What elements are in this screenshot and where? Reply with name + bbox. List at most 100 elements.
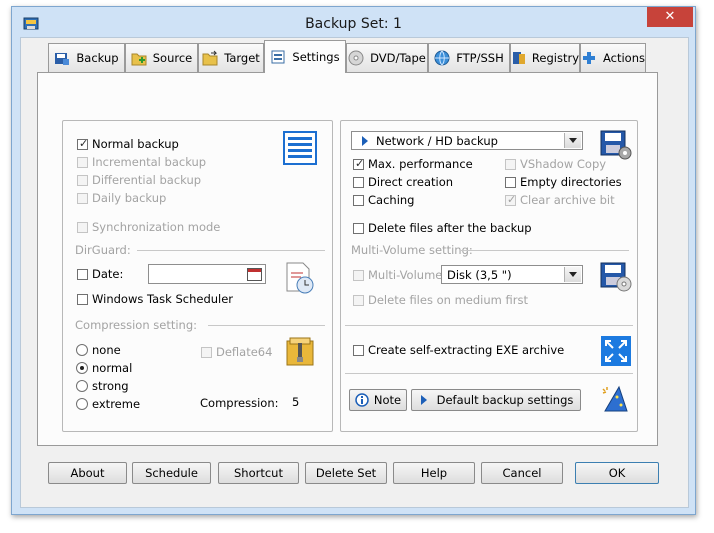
tab-label: DVD/Tape: [370, 51, 426, 65]
deflate64-label: Deflate64: [216, 345, 273, 359]
tab-label: FTP/SSH: [456, 51, 504, 65]
compression-level-label: Compression:: [200, 396, 279, 410]
delete-set-button[interactable]: Delete Set: [305, 462, 387, 484]
chevron-down-icon[interactable]: [564, 133, 581, 148]
disk-size-value: Disk (3,5 "): [447, 268, 512, 282]
delete-after-backup-checkbox[interactable]: [353, 223, 364, 234]
normal-backup-label: Normal backup: [92, 137, 179, 151]
date-input[interactable]: [148, 264, 266, 284]
actions-icon: [583, 52, 595, 64]
shortcut-label: Shortcut: [234, 466, 283, 480]
differential-backup-checkbox[interactable]: [77, 175, 88, 186]
incremental-backup-label: Incremental backup: [92, 155, 207, 169]
max-performance-checkbox[interactable]: ✓: [353, 157, 364, 170]
compression-normal-label: normal: [92, 361, 133, 375]
about-button[interactable]: About: [48, 462, 127, 484]
ok-label: OK: [608, 466, 626, 480]
help-button[interactable]: Help: [393, 462, 475, 484]
tab-source[interactable]: Source: [125, 43, 198, 72]
max-performance-label: Max. performance: [368, 157, 473, 171]
registry-icon: [513, 52, 525, 64]
note-button[interactable]: Note: [349, 389, 407, 411]
compression-extreme-radio[interactable]: [76, 398, 88, 410]
empty-directories-label: Empty directories: [520, 175, 622, 189]
direct-creation-label: Direct creation: [368, 175, 454, 189]
note-label: Note: [373, 393, 402, 407]
dirguard-heading: DirGuard:: [75, 243, 131, 257]
tab-label: Settings: [292, 50, 340, 64]
daily-backup-checkbox[interactable]: [77, 193, 88, 204]
ok-button[interactable]: OK: [575, 462, 659, 484]
incremental-backup-checkbox[interactable]: [77, 157, 88, 168]
windows-task-scheduler-checkbox[interactable]: [77, 294, 88, 305]
daily-backup-label: Daily backup: [92, 191, 167, 205]
wizard-hat-icon: [599, 383, 631, 418]
empty-directories-checkbox[interactable]: [505, 177, 516, 188]
compression-extreme-label: extreme: [92, 397, 141, 411]
expand-arrows-icon: [601, 336, 631, 369]
close-button[interactable]: ✕: [647, 7, 693, 27]
tab-actions[interactable]: Actions: [580, 43, 646, 72]
target-options-group: Network / HD backup ✓ Max. performance D…: [340, 120, 638, 432]
zip-archive-icon: [284, 335, 318, 372]
tab-label: Backup: [76, 51, 119, 65]
backup-options-group: ✓ Normal backup Incremental backup Diffe…: [62, 120, 333, 432]
tab-dvd-tape[interactable]: DVD/Tape: [346, 43, 428, 72]
date-label: Date:: [92, 267, 124, 281]
dirguard-separator: [137, 250, 325, 251]
compression-strong-radio[interactable]: [76, 380, 88, 392]
compression-strong-label: strong: [92, 379, 129, 393]
source-icon: [131, 53, 147, 66]
settings-icon: [271, 50, 285, 64]
tab-registry[interactable]: Registry: [510, 43, 580, 72]
self-extracting-label: Create self-extracting EXE archive: [368, 343, 565, 357]
clear-archive-bit-label: Clear archive bit: [520, 193, 615, 207]
compression-none-radio[interactable]: [76, 344, 88, 356]
delete-set-label: Delete Set: [315, 466, 377, 480]
shortcut-button[interactable]: Shortcut: [218, 462, 299, 484]
tab-label: Source: [152, 51, 193, 65]
compression-level-value: 5: [292, 395, 300, 409]
self-extracting-checkbox[interactable]: [353, 345, 364, 356]
schedule-button[interactable]: Schedule: [132, 462, 211, 484]
normal-backup-checkbox[interactable]: ✓: [77, 137, 88, 150]
multi-volume-heading: Multi-Volume setting:: [351, 243, 473, 257]
caching-label: Caching: [368, 193, 415, 207]
vshadow-copy-label: VShadow Copy: [520, 157, 607, 171]
synchronization-mode-checkbox[interactable]: [77, 222, 88, 233]
list-settings-icon: [283, 131, 317, 168]
multi-volume-label: Multi-Volume: [368, 268, 443, 282]
clear-archive-bit-checkbox[interactable]: ✓: [505, 193, 516, 206]
compression-separator: [208, 325, 325, 326]
compression-none-label: none: [92, 343, 121, 357]
caching-checkbox[interactable]: [353, 195, 364, 206]
tab-settings[interactable]: Settings: [264, 40, 346, 73]
tab-target[interactable]: Target: [198, 43, 264, 72]
tab-label: Target: [224, 51, 260, 65]
ftp-icon: [434, 50, 450, 66]
cancel-button[interactable]: Cancel: [481, 462, 563, 484]
play-arrow-icon: [362, 136, 368, 146]
default-backup-settings-button[interactable]: Default backup settings: [411, 389, 581, 411]
buttons-separator: [345, 373, 633, 374]
delete-after-backup-label: Delete files after the backup: [368, 221, 532, 235]
backup-target-select[interactable]: Network / HD backup: [351, 131, 583, 150]
date-checkbox[interactable]: [77, 269, 88, 280]
chevron-down-icon[interactable]: [564, 267, 581, 282]
compression-normal-radio[interactable]: [76, 362, 88, 374]
direct-creation-checkbox[interactable]: [353, 177, 364, 188]
vshadow-copy-checkbox[interactable]: [505, 159, 516, 170]
help-label: Help: [420, 466, 448, 480]
info-icon: [355, 393, 369, 407]
calendar-icon[interactable]: [247, 268, 262, 281]
dvd-icon: [348, 50, 364, 66]
windows-task-scheduler-label: Windows Task Scheduler: [92, 292, 234, 306]
tab-backup[interactable]: Backup: [48, 43, 125, 72]
disk-size-select[interactable]: Disk (3,5 "): [441, 265, 583, 284]
window-title: Backup Set: 1: [305, 16, 402, 32]
tab-ftp-ssh[interactable]: FTP/SSH: [428, 43, 510, 72]
delete-first-checkbox[interactable]: [353, 295, 364, 306]
sfx-separator: [345, 325, 633, 326]
deflate64-checkbox[interactable]: [201, 347, 212, 358]
multi-volume-checkbox[interactable]: [353, 270, 364, 281]
